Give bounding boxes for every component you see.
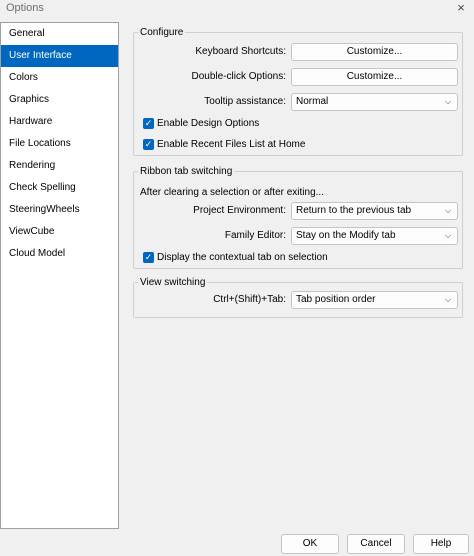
family-editor-label: Family Editor: [224,230,286,241]
ribbon-tab-switching-group: Ribbon tab switching After clearing a se… [133,166,463,269]
enable-recent-files-label: Enable Recent Files List at Home [157,138,306,150]
configure-group: Configure Keyboard Shortcuts: Customize.… [133,27,463,156]
title-bar: Options × [0,0,474,16]
ok-button[interactable]: OK [281,534,339,554]
window-title: Options [6,2,44,14]
keyboard-shortcuts-customize-button[interactable]: Customize... [291,43,458,61]
enable-recent-files-checkbox[interactable]: ✓ Enable Recent Files List at Home [143,137,305,151]
project-environment-select[interactable]: Return to the previous tab ⌵ [291,202,458,220]
tooltip-assistance-select[interactable]: Normal ⌵ [291,93,458,111]
double-click-customize-button[interactable]: Customize... [291,68,458,86]
help-button[interactable]: Help [413,534,469,554]
sidebar-item-viewcube[interactable]: ViewCube [1,221,118,243]
project-environment-value: Return to the previous tab [296,205,412,216]
sidebar-item-file-locations[interactable]: File Locations [1,133,118,155]
keyboard-shortcuts-label: Keyboard Shortcuts: [195,46,286,57]
close-icon[interactable]: × [454,1,468,15]
sidebar-item-general[interactable]: General [1,23,118,45]
sidebar-item-check-spelling[interactable]: Check Spelling [1,177,118,199]
sidebar-item-hardware[interactable]: Hardware [1,111,118,133]
sidebar-item-graphics[interactable]: Graphics [1,89,118,111]
family-editor-select[interactable]: Stay on the Modify tab ⌵ [291,227,458,245]
view-switching-title: View switching [138,277,208,289]
double-click-label: Double-click Options: [191,71,286,82]
cancel-button[interactable]: Cancel [347,534,405,554]
sidebar-item-steeringwheels[interactable]: SteeringWheels [1,199,118,221]
ctrl-tab-label: Ctrl+(Shift)+Tab: [213,294,286,305]
family-editor-value: Stay on the Modify tab [296,230,396,241]
project-environment-label: Project Environment: [193,205,286,216]
ctrl-tab-select[interactable]: Tab position order ⌵ [291,291,458,309]
tooltip-assistance-label: Tooltip assistance: [204,96,286,107]
checkmark-icon: ✓ [143,117,154,129]
ribbon-group-title: Ribbon tab switching [138,166,235,178]
tooltip-assistance-value: Normal [296,96,329,107]
sidebar-item-user-interface[interactable]: User Interface [1,45,118,67]
sidebar-item-cloud-model[interactable]: Cloud Model [1,243,118,265]
chevron-down-icon: ⌵ [444,206,452,215]
chevron-down-icon: ⌵ [444,295,452,304]
chevron-down-icon: ⌵ [444,97,452,106]
category-list: General User Interface Colors Graphics H… [0,22,119,529]
after-clearing-text: After clearing a selection or after exit… [140,187,324,198]
contextual-tab-checkbox[interactable]: ✓ Display the contextual tab on selectio… [143,250,328,264]
chevron-down-icon: ⌵ [444,231,452,240]
sidebar-item-rendering[interactable]: Rendering [1,155,118,177]
sidebar-item-colors[interactable]: Colors [1,67,118,89]
checkmark-icon: ✓ [143,251,154,263]
contextual-tab-label: Display the contextual tab on selection [157,251,328,263]
view-switching-group: View switching Ctrl+(Shift)+Tab: Tab pos… [133,277,463,318]
enable-design-options-label: Enable Design Options [157,117,260,129]
enable-design-options-checkbox[interactable]: ✓ Enable Design Options [143,116,259,130]
configure-group-title: Configure [138,27,186,39]
ctrl-tab-value: Tab position order [296,294,376,305]
checkmark-icon: ✓ [143,138,154,150]
